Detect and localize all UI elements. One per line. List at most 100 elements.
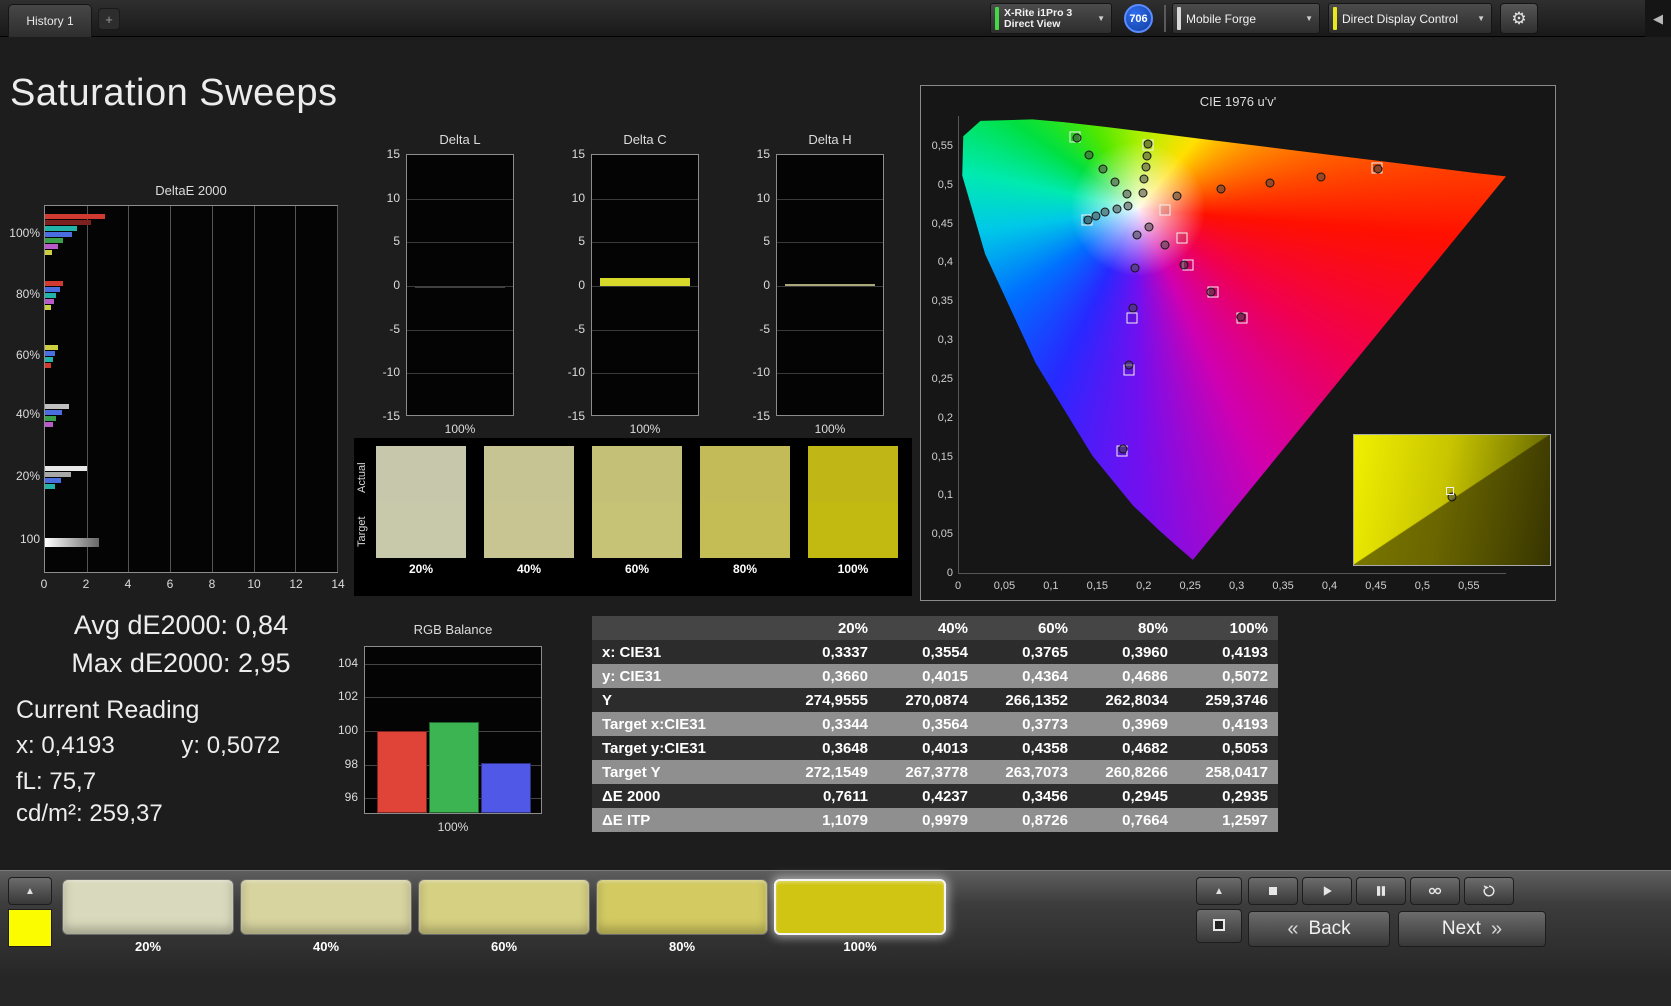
bottom-bar: ▲ 20% 40% 60% 80% 100% ▲ « Back Next » [0, 870, 1671, 1006]
meter-name: X-Rite i1Pro 3 [1004, 6, 1073, 19]
x-tick-label: 2 [82, 577, 90, 591]
swatch-host: 20% 40% 60% 80% 100% [354, 438, 912, 596]
source-selector[interactable]: Mobile Forge ▼ [1172, 3, 1320, 34]
transport-play-button[interactable] [1302, 877, 1352, 905]
cell-value: 266,1352 [1005, 691, 1068, 709]
cell-value: 260,8266 [1105, 763, 1168, 781]
transport-pause-button[interactable] [1356, 877, 1406, 905]
back-button[interactable]: « Back [1248, 911, 1390, 947]
cell-value: 0,4686 [1122, 667, 1168, 685]
green-bar [429, 722, 479, 813]
source-label: Mobile Forge [1186, 11, 1257, 26]
measured-marker [1236, 312, 1246, 322]
chevron-down-icon: ▼ [1097, 14, 1105, 23]
y-tick-label: -15 [567, 409, 585, 423]
row-label: ΔE ITP [602, 811, 651, 829]
y-tick-label: 0,15 [931, 450, 953, 463]
target-marker [1126, 312, 1138, 324]
x-axis-label: 100% [629, 422, 661, 436]
cell-value: 258,0417 [1205, 763, 1268, 781]
source-status-indicator [1177, 7, 1181, 30]
measured-marker [1130, 263, 1140, 273]
measured-marker [1172, 191, 1182, 201]
tab-history-1[interactable]: History 1 [8, 4, 92, 37]
de-bar [45, 281, 63, 286]
chart-plot [44, 205, 338, 573]
column-header [592, 616, 778, 640]
transport-stop-button[interactable] [1248, 877, 1298, 905]
next-button[interactable]: Next » [1398, 911, 1546, 947]
gridline [592, 329, 698, 331]
x-axis-label: 100% [444, 422, 476, 436]
gridline [407, 329, 513, 331]
display-control-selector[interactable]: Direct Display Control ▼ [1328, 3, 1492, 34]
y-tick-label: -5 [574, 321, 585, 336]
measured-marker [1100, 207, 1110, 217]
cell-value: 0,3960 [1122, 643, 1168, 661]
transport-refresh-button[interactable] [1464, 877, 1514, 905]
add-tab-button[interactable]: + [98, 8, 120, 30]
measured-marker [1373, 164, 1383, 174]
cell-value: 267,3778 [905, 763, 968, 781]
cell-value: 0,4015 [922, 667, 968, 685]
de-bar [45, 351, 56, 356]
transport-loop-button[interactable] [1410, 877, 1460, 905]
row-label: y: CIE31 [602, 667, 662, 685]
x-tick-label: 10 [247, 577, 261, 591]
delta-bar [785, 283, 875, 286]
measured-marker [1216, 184, 1226, 194]
cell-value: 0,2935 [1222, 787, 1268, 805]
cell-value: 0,4237 [922, 787, 968, 805]
cell-value: 263,7073 [1005, 763, 1068, 781]
chevron-down-icon: ▼ [1305, 14, 1313, 23]
gridline [777, 286, 883, 287]
measured-marker [1124, 360, 1134, 370]
chevron-down-icon: ▼ [1477, 14, 1485, 23]
swatch-label: 20% [408, 562, 434, 576]
table-row: ΔE 2000 0,7611 0,4237 0,3456 0,2945 0,2935 [592, 784, 1278, 808]
settings-button[interactable]: ⚙ [1500, 3, 1538, 34]
chart-plot [776, 154, 884, 416]
target-color [592, 502, 682, 558]
tab-label: History 1 [26, 14, 74, 28]
deltae2000-chart: DeltaE 2000 0 2 4 6 8 10 12 14 100% 80% 60% 40% 20% 1… [8, 183, 344, 597]
measured-marker [1098, 164, 1108, 174]
chart-title: CIE 1976 u'v' [1199, 94, 1277, 109]
y-tick-label: 0,25 [931, 372, 953, 385]
x-tick-label: 0,1 [1043, 580, 1059, 592]
measured-marker [1091, 211, 1101, 221]
cell-value: 0,7664 [1122, 811, 1168, 829]
measured-marker [1139, 174, 1149, 184]
collapse-panel-button[interactable]: ◀ [1645, 0, 1671, 37]
y-tick-label: 15 [386, 147, 400, 161]
gridline [407, 198, 513, 200]
gear-icon: ⚙ [1511, 8, 1527, 28]
y-tick-label: 0,5 [937, 178, 953, 191]
de-bar [45, 466, 87, 471]
table-row: y: CIE31 0,3660 0,4015 0,4364 0,4686 0,5072 [592, 664, 1278, 688]
y-tick-label: -10 [567, 365, 585, 380]
meter-selector[interactable]: X-Rite i1Pro 3 Direct View ▼ [990, 3, 1112, 34]
cell-value: 0,3765 [1022, 643, 1068, 661]
gridline [86, 206, 88, 572]
gridline [592, 242, 698, 244]
x-tick-label: 0,05 [993, 580, 1016, 592]
y-tick-label: -10 [382, 365, 400, 380]
gridline [365, 663, 541, 665]
table-row: x: CIE31 0,3337 0,3554 0,3765 0,3960 0,4193 [592, 640, 1278, 664]
rgb-balance-chart: RGB Balance 100% 104 102 100 98 96 [330, 622, 548, 844]
de-bar [45, 357, 54, 362]
table-row: Y 274,9555 270,0874 266,1352 262,8034 259,374… [592, 688, 1278, 712]
cell-value: 0,3337 [822, 643, 868, 661]
swatch-label: 80% [732, 562, 758, 576]
row-label: Y [602, 691, 613, 709]
swatch-comparison-strip: Actual Target 20% 40% 60% 80% 100% [354, 438, 912, 596]
measured-marker [1128, 303, 1138, 313]
table-row: Target x:CIE31 0,3344 0,3564 0,3773 0,3969 0,… [592, 712, 1278, 736]
y-tick-label: 0 [578, 278, 585, 292]
cell-value: 0,7611 [822, 787, 868, 805]
de-bar [45, 214, 106, 219]
reading-y: y: 0,5072 [181, 732, 281, 759]
cell-value: 0,4193 [1222, 715, 1268, 733]
y-tick-label: 102 [337, 689, 358, 704]
